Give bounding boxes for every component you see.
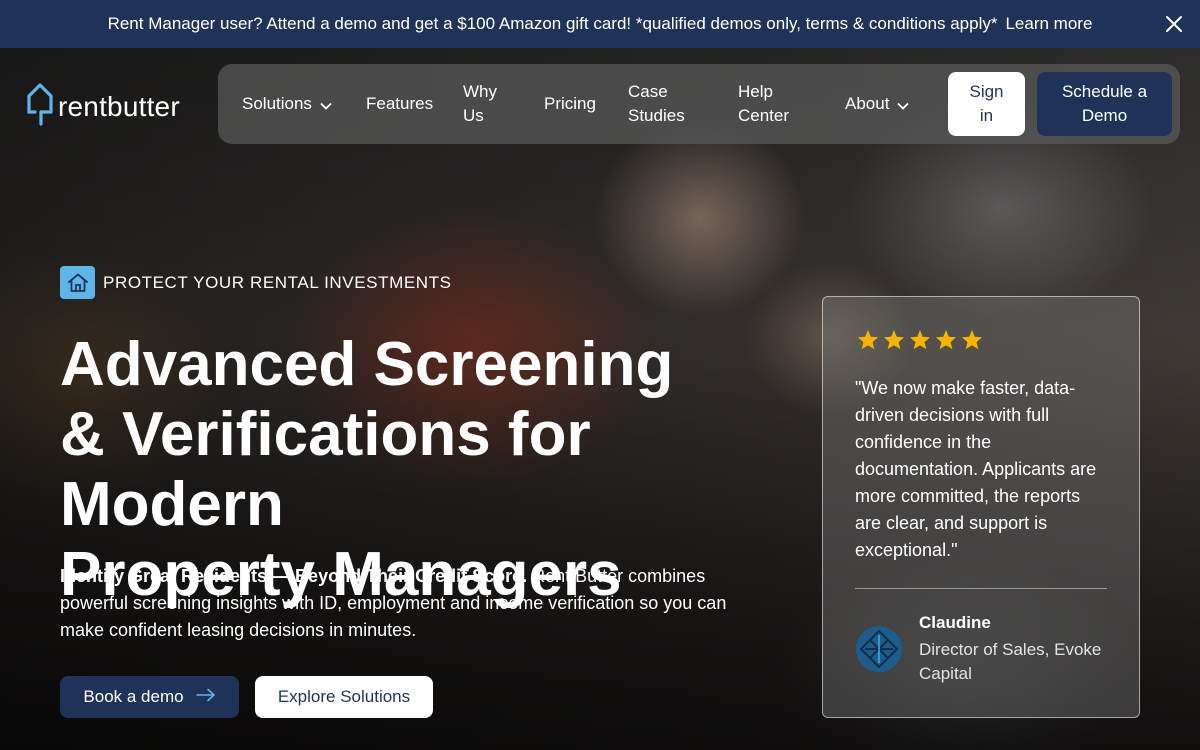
nav-item-case-studies[interactable]: Case Studies [628,80,698,128]
testimonial-card: "We now make faster, data-driven decisio… [822,296,1140,718]
headline-line: & Verifications for Modern [60,400,591,539]
announcement-bar: Rent Manager user? Attend a demo and get… [0,0,1200,48]
chevron-down-icon [320,93,332,117]
headline-line: Advanced Screening [60,330,674,399]
star-icon [909,329,931,350]
logo-wordmark: rentbutter [58,90,180,122]
nav-item-about[interactable]: About [845,92,910,117]
book-demo-label: Book a demo [83,687,184,706]
sign-in-button[interactable]: Sign in [948,72,1025,136]
star-icon [935,329,957,350]
hero-description: Identify Great Residents — Beyond Their … [60,563,770,644]
home-icon [60,266,95,299]
divider [855,588,1107,589]
nav-label: Solutions [242,94,312,113]
nav-item-help-center[interactable]: Help Center [738,80,808,128]
main-nav [218,64,1180,144]
company-logo-icon [855,625,903,673]
eyebrow-text: PROTECT YOUR RENTAL INVESTMENTS [103,272,452,292]
nav-label: About [845,94,890,113]
nav-item-features[interactable]: Features [366,92,433,116]
arrow-right-icon [195,687,216,707]
testimonial-role: Director of Sales, Evoke Capital [919,640,1102,683]
nav-label: Pricing [544,94,596,113]
nav-label: Case Studies [628,82,685,125]
explore-solutions-button[interactable]: Explore Solutions [255,676,433,718]
star-rating [857,329,983,350]
nav-label: Features [366,94,434,113]
announcement-text: Rent Manager user? Attend a demo and get… [107,14,998,33]
testimonial-quote: "We now make faster, data-driven decisio… [855,378,1097,560]
star-icon [857,329,879,350]
sign-in-label: Sign in [969,82,1004,125]
star-icon [961,329,983,350]
close-icon[interactable] [1162,12,1186,36]
description-bold: Identify Great Residents — Beyond Their … [60,566,528,586]
logo-icon [26,82,54,131]
hero-eyebrow: PROTECT YOUR RENTAL INVESTMENTS [60,266,452,299]
nav-item-why-us[interactable]: Why Us [463,80,513,128]
schedule-demo-button[interactable]: Schedule a Demo [1037,72,1172,136]
explore-solutions-label: Explore Solutions [277,687,411,706]
nav-label: Help Center [738,82,790,125]
chevron-down-icon [897,93,910,117]
learn-more-link[interactable]: Learn more [1005,14,1092,34]
nav-item-pricing[interactable]: Pricing [544,92,596,116]
nav-label: Why Us [463,82,497,125]
book-demo-button[interactable]: Book a demo [60,676,239,718]
testimonial-name: Claudine [919,613,991,632]
schedule-demo-label: Schedule a Demo [1061,82,1148,125]
star-icon [883,329,905,350]
nav-item-solutions[interactable]: Solutions [242,92,332,117]
logo[interactable]: rentbutter [26,82,180,131]
